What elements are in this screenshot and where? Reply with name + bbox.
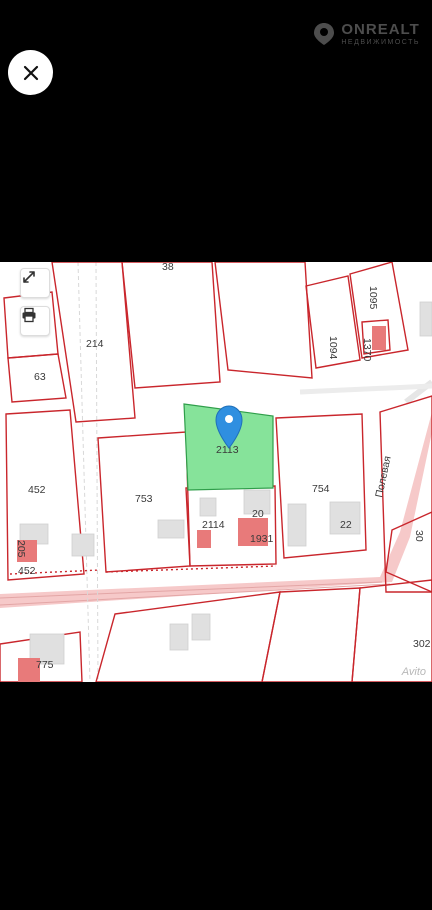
label-1931: 1931 — [250, 533, 274, 545]
label-1095: 1095 — [367, 286, 379, 310]
watermark-brand: ONREALT — [341, 21, 420, 38]
watermark-pin-icon — [314, 23, 335, 45]
label-302: 302 — [413, 638, 431, 650]
label-63: 63 — [34, 371, 46, 383]
label-2114: 2114 — [202, 519, 225, 531]
watermark-subtitle: НЕДВИЖИМОСТЬ — [341, 39, 420, 46]
label-30: 30 — [413, 530, 425, 542]
label-214: 214 — [86, 338, 104, 350]
parcel-38 — [121, 262, 221, 389]
watermark-logo: ONREALT НЕДВИЖИМОСТЬ — [313, 22, 420, 46]
parcel-top-center — [214, 262, 313, 379]
expand-map-button[interactable] — [20, 268, 50, 298]
expand-icon — [23, 271, 35, 283]
label-452-a: 452 — [28, 484, 46, 496]
parcel-bottom-right — [261, 587, 361, 682]
print-map-button[interactable] — [20, 306, 50, 336]
map-provider-watermark: Avito — [401, 666, 426, 678]
label-775: 775 — [36, 659, 54, 671]
road-label-polevaya: Полевая — [373, 455, 393, 499]
label-452-b: 452 — [18, 565, 36, 577]
label-20: 20 — [252, 508, 264, 520]
map-canvas: 38 214 63 1094 1095 1370 452 205 452 753… — [0, 262, 432, 682]
label-1370: 1370 — [361, 338, 373, 362]
label-38: 38 — [162, 262, 174, 273]
label-754: 754 — [312, 483, 330, 495]
close-icon — [23, 65, 38, 80]
label-205: 205 — [15, 540, 27, 558]
print-icon — [22, 307, 36, 323]
label-1094: 1094 — [327, 336, 339, 360]
label-22: 22 — [340, 519, 352, 531]
label-753: 753 — [135, 493, 153, 505]
cadastral-map[interactable]: 38 214 63 1094 1095 1370 452 205 452 753… — [0, 262, 432, 682]
close-button[interactable] — [8, 50, 53, 95]
